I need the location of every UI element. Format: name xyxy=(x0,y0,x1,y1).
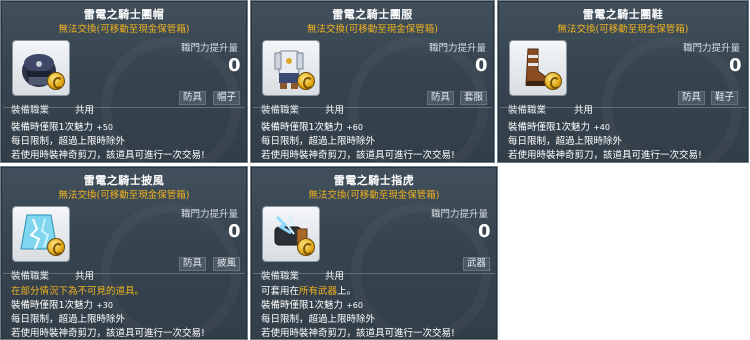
weapon-note-prefix: 可套用在 xyxy=(261,286,300,297)
gold-coin-icon xyxy=(544,72,562,90)
trade-restriction: 無法交換(可移動至現金保管箱) xyxy=(308,190,440,201)
daily-limit-text: 每日限制，超過上限時除外 xyxy=(508,136,623,147)
equip-job-value: 共用 xyxy=(325,271,345,282)
charm-value: +50 xyxy=(96,123,113,132)
slot-tag: 披風 xyxy=(213,257,241,271)
slot-tag: 鞋子 xyxy=(711,91,739,105)
equip-job-label: 裝備職業 xyxy=(11,105,50,116)
scissors-text: 若使用時裝神奇剪刀，該道具可進行一次交易! xyxy=(11,150,205,161)
equip-job-value: 共用 xyxy=(75,271,95,282)
charm-label: 裝備時僅限1次魅力 xyxy=(508,122,591,133)
trade-restriction: 無法交換(可移動至現金保管箱) xyxy=(307,24,438,35)
attack-increase-label: 職門力提升量 xyxy=(683,43,741,54)
charm-label: 裝備時僅限1次魅力 xyxy=(261,300,344,311)
equip-job-label: 裝備職業 xyxy=(261,105,300,116)
charm-line: 裝備時僅限1次魅力 +30 xyxy=(11,297,113,311)
scissors-text: 若使用時裝神奇剪刀，該道具可進行一次交易! xyxy=(261,150,455,161)
item-name: 雷電之騎士團服 xyxy=(332,8,413,21)
charm-label: 裝備時僅限1次魅力 xyxy=(11,122,94,133)
gold-coin-icon xyxy=(297,238,315,256)
attack-increase-value: 0 xyxy=(475,55,488,76)
attack-increase-value: 0 xyxy=(228,55,241,76)
slot-tag: 帽子 xyxy=(213,91,241,105)
charm-value: +60 xyxy=(346,301,363,310)
gold-coin-icon xyxy=(47,238,65,256)
charm-label: 裝備時僅限1次魅力 xyxy=(261,122,344,133)
category-tag: 防具 xyxy=(179,257,207,271)
category-tag: 防具 xyxy=(678,91,706,105)
item-tooltip-cape: 雷電之騎士披風 無法交換(可移動至現金保管箱) 職門力提升量 0 防具 披風 裝… xyxy=(0,166,248,340)
category-tag: 武器 xyxy=(463,257,491,271)
charm-value: +60 xyxy=(346,123,363,132)
attack-increase-label: 職門力提升量 xyxy=(431,209,489,220)
daily-limit-text: 每日限制，超過上限時除外 xyxy=(11,136,126,147)
charm-line: 裝備時僅限1次魅力 +60 xyxy=(261,297,363,311)
scissors-text: 若使用時裝神奇剪刀，該道具可進行一次交易! xyxy=(261,328,455,339)
trade-restriction: 無法交換(可移動至現金保管箱) xyxy=(557,24,689,35)
item-icon-frame xyxy=(262,40,320,96)
weapon-note-suffix: 上。 xyxy=(337,286,357,297)
weapon-note: 可套用在所有武器上。 xyxy=(261,283,356,297)
item-tooltip-overall: 雷電之騎士團服 無法交換(可移動至現金保管箱) 職門力提升量 0 防具 套服 裝… xyxy=(250,0,495,163)
equip-job-value: 共用 xyxy=(75,105,95,116)
category-tag: 防具 xyxy=(179,91,207,105)
attack-increase-label: 職門力提升量 xyxy=(181,43,239,54)
charm-line: 裝備時僅限1次魅力 +50 xyxy=(11,119,113,133)
attack-increase-value: 0 xyxy=(729,55,742,76)
equip-job-label: 裝備職業 xyxy=(261,271,300,282)
item-tooltip-hat: 雷電之騎士團帽 無法交換(可移動至現金保管箱) 職門力提升量 0 防具 帽子 裝… xyxy=(0,0,248,163)
gold-coin-icon xyxy=(47,72,65,90)
item-name: 雷電之騎士披風 xyxy=(83,174,165,187)
trade-restriction: 無法交換(可移動至現金保管箱) xyxy=(58,24,190,35)
attack-increase-label: 職門力提升量 xyxy=(429,43,487,54)
daily-limit-text: 每日限制，超過上限時除外 xyxy=(11,314,126,325)
charm-label: 裝備時僅限1次魅力 xyxy=(11,300,94,311)
attack-increase-value: 0 xyxy=(228,221,241,242)
slot-tag: 套服 xyxy=(460,91,488,105)
equip-job-value: 共用 xyxy=(574,105,594,116)
daily-limit-text: 每日限制，超過上限時除外 xyxy=(261,136,376,147)
scissors-text: 若使用時裝神奇剪刀，該道具可進行一次交易! xyxy=(508,150,702,161)
attack-increase-value: 0 xyxy=(478,221,491,242)
item-icon-frame xyxy=(12,206,70,262)
item-icon-frame xyxy=(262,206,320,262)
charm-line: 裝備時僅限1次魅力 +40 xyxy=(508,119,610,133)
category-tag: 防具 xyxy=(427,91,455,105)
charm-value: +40 xyxy=(593,123,610,132)
scissors-text: 若使用時裝神奇剪刀，該道具可進行一次交易! xyxy=(11,328,205,339)
charm-line: 裝備時僅限1次魅力 +60 xyxy=(261,119,363,133)
item-name: 雷電之騎士團帽 xyxy=(83,8,165,21)
item-icon-frame xyxy=(509,40,567,96)
charm-value: +30 xyxy=(96,301,113,310)
item-tooltip-knuckle: 雷電之騎士指虎 無法交換(可移動至現金保管箱) 職門力提升量 0 武器 裝備職業… xyxy=(250,166,498,340)
item-name: 雷電之騎士指虎 xyxy=(333,174,415,187)
gold-coin-icon xyxy=(297,72,315,90)
equip-job-label: 裝備職業 xyxy=(11,271,50,282)
equip-job-value: 共用 xyxy=(325,105,345,116)
attack-increase-label: 職門力提升量 xyxy=(181,209,239,220)
weapon-note-highlight: 所有武器 xyxy=(299,286,338,297)
trade-restriction: 無法交換(可移動至現金保管箱) xyxy=(58,190,190,201)
visibility-note: 在部分情況下為不可見的道具。 xyxy=(11,286,145,297)
item-name: 雷電之騎士團鞋 xyxy=(582,8,664,21)
daily-limit-text: 每日限制，超過上限時除外 xyxy=(261,314,376,325)
item-icon-frame xyxy=(12,40,70,96)
equip-job-label: 裝備職業 xyxy=(508,105,547,116)
item-tooltip-boots: 雷電之騎士團鞋 無法交換(可移動至現金保管箱) 職門力提升量 0 防具 鞋子 裝… xyxy=(497,0,749,163)
